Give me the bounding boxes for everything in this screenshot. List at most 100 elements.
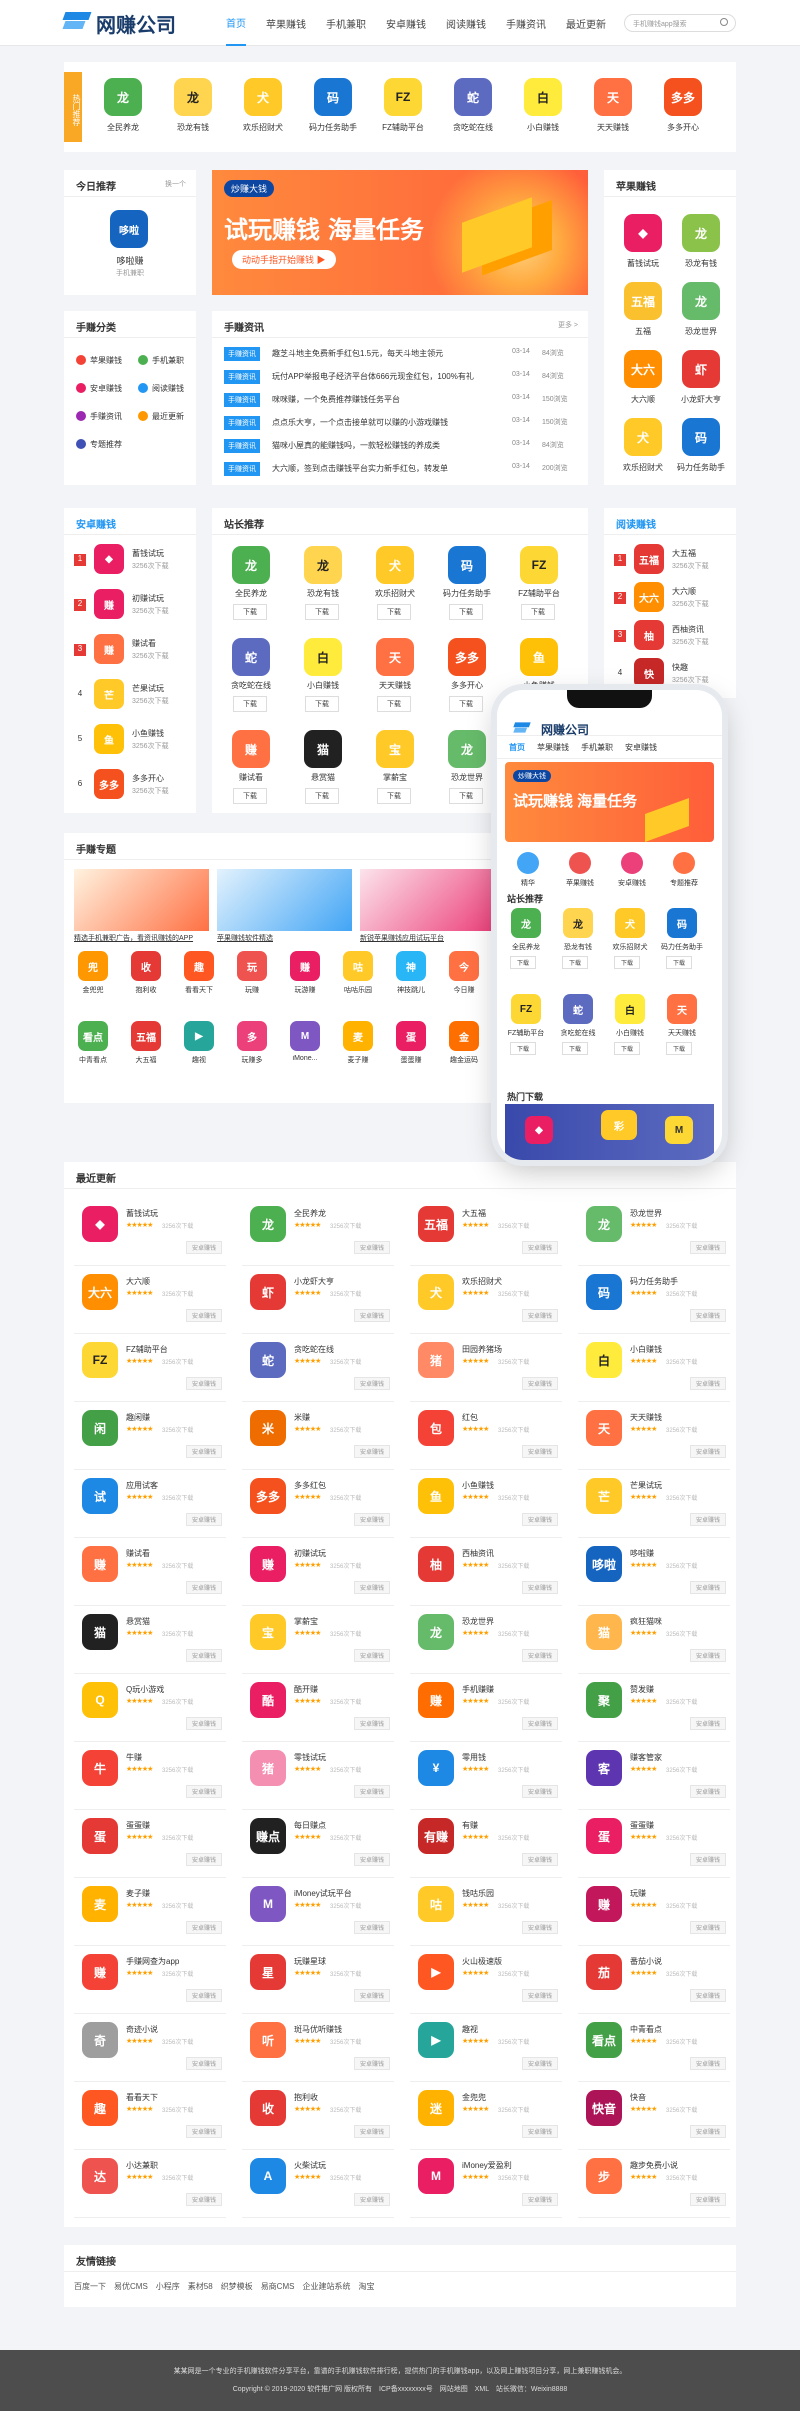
topic-card[interactable] xyxy=(74,869,209,931)
category-tag[interactable]: 安卓赚钱 xyxy=(521,1513,558,1526)
app-icon[interactable]: 有赚 xyxy=(418,1818,454,1854)
app-icon[interactable]: 五福 xyxy=(634,544,664,574)
app-icon[interactable]: 犬 xyxy=(244,78,282,116)
app-icon[interactable]: 哆啦 xyxy=(586,1546,622,1582)
category-tag[interactable]: 安卓赚钱 xyxy=(185,1241,222,1254)
app-name[interactable]: 全民养龙 xyxy=(501,942,551,952)
category-tag[interactable]: 安卓赚钱 xyxy=(521,1445,558,1458)
news-link[interactable]: 玩付APP举报电子经济平台体666元现金红包，100%有礼 xyxy=(272,371,492,382)
app-name[interactable]: 初赚试玩 xyxy=(294,1548,326,1559)
download-button[interactable]: 下载 xyxy=(666,1042,693,1055)
category-tag[interactable]: 安卓赚钱 xyxy=(353,2057,390,2070)
app-icon[interactable]: 酷 xyxy=(250,1682,286,1718)
app-name[interactable]: 大六顺 xyxy=(612,394,674,405)
app-name[interactable]: 红包 xyxy=(462,1412,478,1423)
app-icon[interactable]: 蛇 xyxy=(563,994,593,1024)
category-tag[interactable]: 安卓赚钱 xyxy=(689,1649,726,1662)
app-icon[interactable]: 玩 xyxy=(237,951,267,981)
app-icon[interactable]: 犬 xyxy=(615,908,645,938)
app-name[interactable]: Q玩小游戏 xyxy=(126,1684,164,1695)
app-name[interactable]: 手赚网查为app xyxy=(126,1956,179,1967)
app-icon[interactable]: 龙 xyxy=(418,1614,454,1650)
app-icon[interactable]: 兜 xyxy=(78,951,108,981)
download-button[interactable]: 下载 xyxy=(510,956,537,969)
latest-item[interactable]: 蛇贪吃蛇在线 ★★★★★ 3256次下载 安卓赚钱 xyxy=(242,1330,394,1402)
app-name[interactable]: FZ辅助平台 xyxy=(372,122,434,133)
app-name[interactable]: 大五福 xyxy=(672,548,696,559)
app-name[interactable]: 全民养龙 xyxy=(92,122,154,133)
app-icon[interactable]: 柚 xyxy=(418,1546,454,1582)
app-name[interactable]: 奇迹小说 xyxy=(126,2024,158,2035)
category-tag[interactable]: 安卓赚钱 xyxy=(521,1241,558,1254)
category-tag[interactable]: 安卓赚钱 xyxy=(521,1785,558,1798)
download-button[interactable]: 下载 xyxy=(449,604,483,620)
app-name[interactable]: 恐龙有钱 xyxy=(670,258,732,269)
app-name[interactable]: 恐龙世界 xyxy=(436,772,498,783)
latest-item[interactable]: 闲趣闲赚 ★★★★★ 3256次下载 安卓赚钱 xyxy=(74,1398,226,1470)
app-icon[interactable]: 蛋 xyxy=(396,1021,426,1051)
app-name[interactable]: 大五福 xyxy=(121,1055,171,1065)
friend-link[interactable]: 小程序 xyxy=(156,2281,180,2292)
category-tag[interactable]: 安卓赚钱 xyxy=(353,1445,390,1458)
app-icon[interactable]: 蛋 xyxy=(586,1818,622,1854)
app-icon[interactable]: 咕 xyxy=(343,951,373,981)
app-icon[interactable]: 猫 xyxy=(82,1614,118,1650)
latest-item[interactable]: ¥ 零用钱 ★★★★★ 3256次下载 安卓赚钱 xyxy=(410,1738,562,1810)
app-name[interactable]: iMoney试玩平台 xyxy=(294,1888,352,1899)
app-icon[interactable]: 柚 xyxy=(634,620,664,650)
search-icon[interactable] xyxy=(720,18,728,26)
download-button[interactable]: 下载 xyxy=(449,696,483,712)
phone-tab[interactable]: 手机兼职 xyxy=(581,742,613,753)
latest-item[interactable]: A 火柴试玩 ★★★★★ 3256次下载 安卓赚钱 xyxy=(242,2146,394,2218)
app-icon[interactable]: 白 xyxy=(304,638,342,676)
app-name[interactable]: 蛋蛋赚 xyxy=(386,1055,436,1065)
latest-item[interactable]: 包红包 ★★★★★ 3256次下载 安卓赚钱 xyxy=(410,1398,562,1470)
app-icon[interactable]: 听 xyxy=(250,2022,286,2058)
latest-item[interactable]: 有赚 有赚 ★★★★★ 3256次下载 安卓赚钱 xyxy=(410,1806,562,1878)
app-icon[interactable]: 码 xyxy=(448,546,486,584)
app-name[interactable]: FZ辅助平台 xyxy=(501,1028,551,1038)
app-name[interactable]: 酷开赚 xyxy=(294,1684,318,1695)
app-name[interactable]: 恐龙有钱 xyxy=(292,588,354,599)
topic-card-title[interactable]: 精选手机兼职广告，看资讯赚钱的APP xyxy=(74,933,209,943)
app-icon[interactable]: 猫 xyxy=(304,730,342,768)
nav-item[interactable]: 最近更新 xyxy=(566,16,606,31)
app-name[interactable]: FZ辅助平台 xyxy=(508,588,570,599)
latest-item[interactable]: FZ FZ辅助平台 ★★★★★ 3256次下载 安卓赚钱 xyxy=(74,1330,226,1402)
app-icon[interactable]: 宝 xyxy=(250,1614,286,1650)
app-icon[interactable]: 多多 xyxy=(94,769,124,799)
app-icon[interactable]: 芒 xyxy=(94,679,124,709)
app-name[interactable]: 恐龙有钱 xyxy=(553,942,603,952)
topic-card[interactable] xyxy=(217,869,352,931)
promo-banner[interactable]: 炒赚大钱 试玩赚钱 海量任务 动动手指开始赚钱 ▶ xyxy=(212,170,588,295)
topic-card-title[interactable]: 新锐苹果赚钱应用试玩平台 xyxy=(360,933,495,943)
app-icon[interactable]: 码 xyxy=(314,78,352,116)
app-name[interactable]: 贪吃蛇在线 xyxy=(294,1344,334,1355)
app-name[interactable]: 蛋蛋赚 xyxy=(126,1820,150,1831)
app-name[interactable]: 哆啦赚 xyxy=(630,1548,654,1559)
app-name[interactable]: 趣步免费小说 xyxy=(630,2160,678,2171)
app-name[interactable]: 全民养龙 xyxy=(220,588,282,599)
app-name[interactable]: 码力任务助手 xyxy=(302,122,364,133)
app-icon[interactable]: 试 xyxy=(82,1478,118,1514)
app-icon[interactable]: 天 xyxy=(376,638,414,676)
category-tag[interactable]: 安卓赚钱 xyxy=(353,1649,390,1662)
app-icon[interactable]: 收 xyxy=(250,2090,286,2126)
category-tag[interactable]: 安卓赚钱 xyxy=(521,1717,558,1730)
latest-item[interactable]: 大六 大六顺 ★★★★★ 3256次下载 安卓赚钱 xyxy=(74,1262,226,1334)
app-icon[interactable]: 看点 xyxy=(586,2022,622,2058)
latest-item[interactable]: 蛋蛋蛋赚 ★★★★★ 3256次下载 安卓赚钱 xyxy=(578,1806,730,1878)
latest-item[interactable]: 收抱利收 ★★★★★ 3256次下载 安卓赚钱 xyxy=(242,2078,394,2150)
category-tag[interactable]: 安卓赚钱 xyxy=(353,2193,390,2206)
app-icon[interactable]: 龙 xyxy=(174,78,212,116)
app-name[interactable]: 悬赏猫 xyxy=(126,1616,150,1627)
download-button[interactable]: 下载 xyxy=(233,604,267,620)
app-name[interactable]: 中青看点 xyxy=(68,1055,118,1065)
app-icon[interactable]: 鱼 xyxy=(418,1478,454,1514)
category-tag[interactable]: 安卓赚钱 xyxy=(185,1581,222,1594)
download-button[interactable]: 下载 xyxy=(510,1042,537,1055)
app-icon[interactable]: 金 xyxy=(449,1021,479,1051)
app-icon[interactable]: 快音 xyxy=(586,2090,622,2126)
latest-item[interactable]: 哆啦 哆啦赚 ★★★★★ 3256次下载 安卓赚钱 xyxy=(578,1534,730,1606)
app-icon[interactable]: 迷 xyxy=(418,2090,454,2126)
